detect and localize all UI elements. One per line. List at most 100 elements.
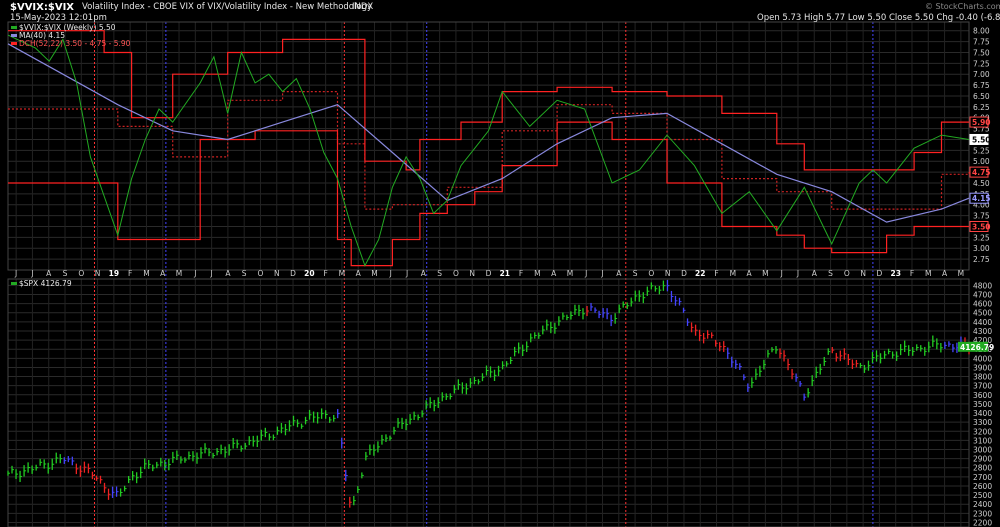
y-tick-label-lower: 3900 xyxy=(973,363,992,372)
x-tick-label: S xyxy=(242,269,247,278)
y-tick-label-lower: 3000 xyxy=(973,446,992,455)
y-tick-label-lower: 3100 xyxy=(973,436,992,445)
y-tick-label-lower: 3800 xyxy=(973,373,992,382)
y-tick-label-lower: 2300 xyxy=(973,509,992,518)
x-tick-label: M xyxy=(339,269,345,278)
y-tick-label-upper: 3.25 xyxy=(973,233,990,242)
x-tick-label: O xyxy=(648,269,654,278)
y-tick-label-upper: 7.25 xyxy=(973,59,990,68)
x-tick-label: S xyxy=(828,269,833,278)
chart-date: 15-May-2023 12:01pm xyxy=(10,13,107,23)
y-tick-label-lower: 4400 xyxy=(973,318,992,327)
x-tick-label: F xyxy=(519,269,523,278)
x-tick-label: 19 xyxy=(109,269,119,278)
y-tick-label-lower: 3300 xyxy=(973,418,992,427)
x-tick-label: N xyxy=(469,269,475,278)
y-tick-label-lower: 4300 xyxy=(973,327,992,336)
x-tick-label: F xyxy=(323,269,327,278)
value-label: 4.15 xyxy=(972,194,991,203)
x-tick-label: J xyxy=(600,269,603,278)
x-tick-label: N xyxy=(665,269,671,278)
x-tick-label: J xyxy=(584,269,587,278)
ohlc-readout: Open 5.73 High 5.77 Low 5.50 Close 5.50 … xyxy=(757,13,1000,23)
y-tick-label-lower: 4600 xyxy=(973,300,992,309)
y-axis-ticks: 2.753.003.253.503.754.004.254.504.755.00… xyxy=(973,27,992,527)
value-label-spx: 4126.79 xyxy=(960,343,994,352)
y-tick-label-lower: 3200 xyxy=(973,427,992,436)
legend-series-dch: DCH(52,22) 3.50 - 4.75 - 5.90 xyxy=(19,39,131,48)
x-tick-label: M xyxy=(567,269,573,278)
legend-swatch-ma xyxy=(11,34,17,37)
x-tick-label: O xyxy=(78,269,84,278)
value-label: 3.50 xyxy=(972,222,991,231)
x-tick-label: D xyxy=(486,269,492,278)
y-tick-label-upper: 7.50 xyxy=(973,48,990,57)
y-tick-label-lower: 4700 xyxy=(973,291,992,300)
chart-title-symbol: $VVIX:$VIX xyxy=(10,2,74,13)
x-tick-label: A xyxy=(551,269,557,278)
value-label: 5.50 xyxy=(972,135,991,144)
x-tick-label: F xyxy=(910,269,914,278)
x-tick-label: 23 xyxy=(890,269,900,278)
x-tick-label: 20 xyxy=(304,269,314,278)
y-tick-label-lower: 2700 xyxy=(973,473,992,482)
x-tick-label: O xyxy=(258,269,264,278)
x-tick-label: A xyxy=(225,269,231,278)
x-tick-label: F xyxy=(714,269,718,278)
x-tick-label: A xyxy=(812,269,818,278)
x-tick-label: N xyxy=(95,269,101,278)
x-tick-label: A xyxy=(942,269,948,278)
x-tick-label: M xyxy=(176,269,182,278)
x-tick-label: M xyxy=(925,269,931,278)
x-tick-label: J xyxy=(780,269,783,278)
y-tick-label-upper: 6.75 xyxy=(973,81,990,90)
y-tick-label-lower: 3400 xyxy=(973,409,992,418)
value-label: 4.75 xyxy=(972,168,991,177)
x-tick-label: A xyxy=(46,269,52,278)
x-tick-label: J xyxy=(30,269,33,278)
legend-swatch-dch xyxy=(11,42,17,45)
legend-series-spx: $SPX 4126.79 xyxy=(19,279,72,288)
y-tick-label-lower: 4500 xyxy=(973,309,992,318)
x-tick-label: A xyxy=(616,269,622,278)
y-tick-label-upper: 6.25 xyxy=(973,103,990,112)
x-tick-label: 21 xyxy=(500,269,510,278)
y-tick-label-lower: 2200 xyxy=(973,518,992,527)
x-tick-label: J xyxy=(389,269,392,278)
x-tick-label: M xyxy=(730,269,736,278)
x-tick-label: N xyxy=(860,269,866,278)
y-tick-label-upper: 7.75 xyxy=(973,38,990,47)
legend-swatch-main xyxy=(11,26,17,29)
x-tick-label: M xyxy=(371,269,377,278)
y-tick-label-upper: 3.00 xyxy=(973,244,990,253)
lower-series-group xyxy=(7,280,971,508)
y-tick-label-upper: 4.50 xyxy=(973,179,990,188)
y-tick-label-lower: 2400 xyxy=(973,500,992,509)
x-tick-label: J xyxy=(193,269,196,278)
y-tick-label-upper: 2.75 xyxy=(973,255,990,264)
y-tick-label-lower: 2500 xyxy=(973,491,992,500)
x-tick-label: M xyxy=(762,269,768,278)
x-tick-label: N xyxy=(274,269,280,278)
chart-title-tag: INDX xyxy=(352,2,373,12)
chart-canvas: 2.753.003.253.503.754.004.254.504.755.00… xyxy=(7,2,1000,527)
x-tick-label: O xyxy=(453,269,459,278)
x-tick-label: A xyxy=(160,269,166,278)
value-label: 5.90 xyxy=(972,118,991,127)
x-tick-label: F xyxy=(128,269,132,278)
y-tick-label-lower: 4800 xyxy=(973,281,992,290)
x-tick-label: O xyxy=(844,269,850,278)
chart-title-desc: Volatility Index - CBOE VIX of VIX/Volat… xyxy=(82,2,372,12)
y-tick-label-lower: 2800 xyxy=(973,464,992,473)
x-tick-label: D xyxy=(290,269,296,278)
x-tick-label: A xyxy=(421,269,427,278)
x-tick-label: J xyxy=(14,269,17,278)
y-tick-label-lower: 3600 xyxy=(973,391,992,400)
y-tick-label-upper: 8.00 xyxy=(973,27,990,36)
y-tick-label-upper: 5.00 xyxy=(973,157,990,166)
x-tick-label: D xyxy=(681,269,687,278)
x-tick-label: J xyxy=(796,269,799,278)
y-tick-label-lower: 2600 xyxy=(973,482,992,491)
y-tick-label-upper: 6.50 xyxy=(973,92,990,101)
y-tick-label-upper: 3.75 xyxy=(973,212,990,221)
